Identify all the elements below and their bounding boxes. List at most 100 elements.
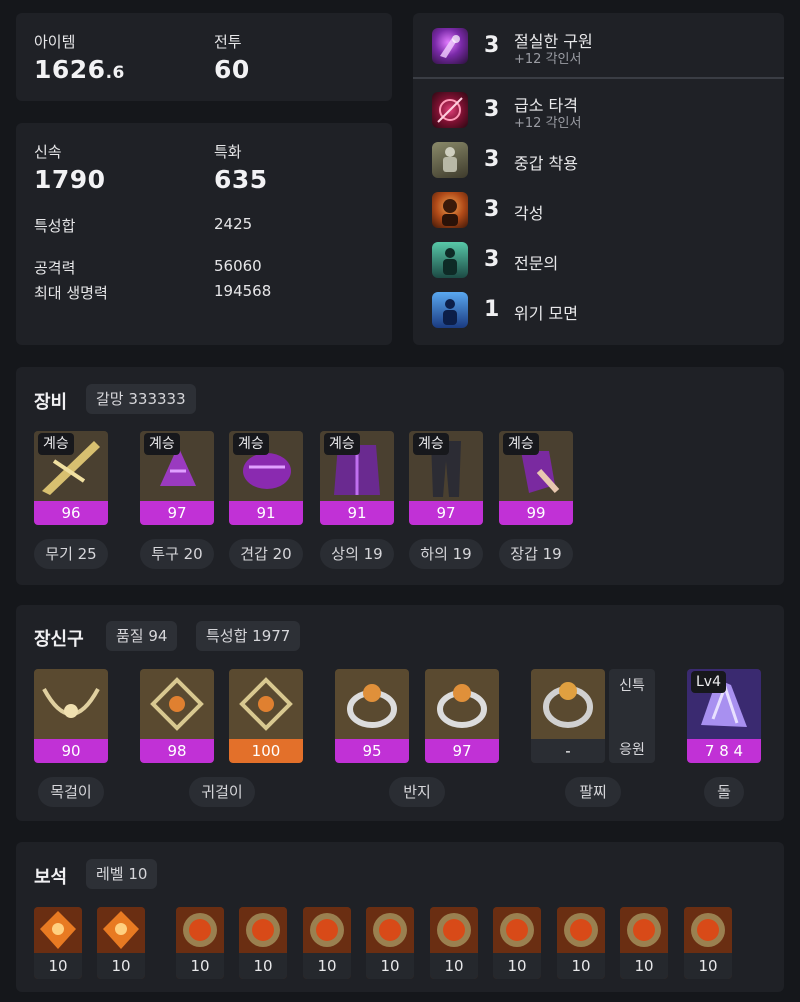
item-level-value: 1626.6 <box>34 55 125 84</box>
ring-icon <box>335 669 409 739</box>
accessory-ability-stone[interactable]: Lv4 7 8 4 <box>687 669 761 763</box>
engraving-level: 3 <box>484 197 500 222</box>
swift-value: 1790 <box>34 165 106 194</box>
stats-panel: 신속 1790 특화 635 특성합 2425 공격력 56060 최대 생명력… <box>16 123 392 345</box>
equipment-pants[interactable]: 계승 97 <box>409 431 483 525</box>
gem-slot[interactable]: 10 <box>684 907 732 979</box>
engraving-row[interactable]: 3 중갑 착용 <box>432 142 772 182</box>
engraving-level: 3 <box>484 33 500 58</box>
equipment-weapon[interactable]: 계승 96 <box>34 431 108 525</box>
gem-level: 10 <box>366 953 414 979</box>
equipment-helmet[interactable]: 계승 97 <box>140 431 214 525</box>
quality-value: 96 <box>34 501 108 525</box>
gem-icon <box>620 907 668 953</box>
engraving-level: 3 <box>484 97 500 122</box>
gem-slot[interactable]: 10 <box>430 907 478 979</box>
gem-icon <box>684 907 732 953</box>
gem-slot[interactable]: 10 <box>34 907 82 979</box>
summary-panel: 아이템 1626.6 전투 60 <box>16 13 392 101</box>
gem-slot[interactable]: 10 <box>303 907 351 979</box>
equipment-shoulder[interactable]: 계승 91 <box>229 431 303 525</box>
equipment-label-chest: 상의 19 <box>320 539 394 569</box>
accessory-necklace[interactable]: 90 <box>34 669 108 763</box>
accessory-earring-2[interactable]: 100 <box>229 669 303 763</box>
attack-label: 공격력 <box>34 259 76 277</box>
gem-title: 보석 <box>34 867 68 888</box>
equipment-set-chip: 갈망 333333 <box>86 384 196 414</box>
item-level-main: 1626 <box>34 55 106 84</box>
quality-value: 100 <box>229 739 303 763</box>
accessory-earring-1[interactable]: 98 <box>140 669 214 763</box>
attack-value: 56060 <box>214 257 262 275</box>
equipment-label-shoulder: 견갑 20 <box>229 539 303 569</box>
engraving-row[interactable]: 3 각성 <box>432 192 772 232</box>
engraving-row[interactable]: 3 급소 타격 +12 각인서 <box>432 92 772 132</box>
item-level-label: 아이템 <box>34 33 76 51</box>
accessory-trait-chip: 특성합 1977 <box>196 621 301 651</box>
gem-slot[interactable]: 10 <box>366 907 414 979</box>
gem-icon <box>176 907 224 953</box>
bracelet-effect: 응원 <box>619 742 645 758</box>
ring-icon <box>425 669 499 739</box>
stone-engraving-values: 7 8 4 <box>687 739 761 763</box>
gem-level: 10 <box>684 953 732 979</box>
gem-slot[interactable]: 10 <box>97 907 145 979</box>
quality-value: 91 <box>229 501 303 525</box>
engraving-level: 3 <box>484 247 500 272</box>
quality-value: 95 <box>335 739 409 763</box>
accessory-label-earring: 귀걸이 <box>189 777 255 807</box>
gem-icon <box>34 907 82 953</box>
engraving-level: 1 <box>484 297 500 322</box>
accessory-label-stone: 돌 <box>704 777 744 807</box>
spec-label: 특화 <box>214 143 242 161</box>
earring-icon <box>229 669 303 739</box>
engraving-specialist-icon <box>432 242 468 278</box>
engraving-row[interactable]: 1 위기 모면 <box>432 292 772 332</box>
accessory-label-necklace: 목걸이 <box>38 777 104 807</box>
bracelet-icon <box>531 669 605 739</box>
accessory-ring-2[interactable]: 97 <box>425 669 499 763</box>
gem-slot[interactable]: 10 <box>239 907 287 979</box>
equipment-gloves[interactable]: 계승 99 <box>499 431 573 525</box>
gem-slot[interactable]: 10 <box>176 907 224 979</box>
quality-value: 91 <box>320 501 394 525</box>
hp-value: 194568 <box>214 282 272 300</box>
inherit-badge: 계승 <box>503 433 539 455</box>
quality-value: 97 <box>409 501 483 525</box>
trait-sum-label: 특성합 <box>34 217 76 235</box>
gem-icon <box>97 907 145 953</box>
quality-value: 98 <box>140 739 214 763</box>
spec-value: 635 <box>214 165 268 194</box>
quality-value: 90 <box>34 739 108 763</box>
engraving-awakening-icon <box>432 192 468 228</box>
gem-level: 10 <box>430 953 478 979</box>
engraving-row[interactable]: 3 절실한 구원 +12 각인서 <box>432 28 772 68</box>
gem-level: 10 <box>620 953 668 979</box>
gem-slot[interactable]: 10 <box>620 907 668 979</box>
quality-value: - <box>531 739 605 763</box>
engraving-level: 3 <box>484 147 500 172</box>
engraving-heavy-armor-icon <box>432 142 468 178</box>
engraving-vital-strike-icon <box>432 92 468 128</box>
gem-slot[interactable]: 10 <box>493 907 541 979</box>
engraving-row[interactable]: 3 전문의 <box>432 242 772 282</box>
gem-level: 10 <box>239 953 287 979</box>
combat-level-label: 전투 <box>214 33 242 51</box>
equipment-label-gloves: 장갑 19 <box>499 539 573 569</box>
accessory-bracelet[interactable]: - <box>531 669 605 763</box>
hp-label: 최대 생명력 <box>34 284 108 302</box>
gem-icon <box>430 907 478 953</box>
stone-level-badge: Lv4 <box>691 671 726 693</box>
equipment-label-weapon: 무기 25 <box>34 539 108 569</box>
accessory-label-bracelet: 팔찌 <box>565 777 621 807</box>
gem-icon <box>366 907 414 953</box>
gem-slot[interactable]: 10 <box>557 907 605 979</box>
gem-icon <box>493 907 541 953</box>
equipment-label-pants: 하의 19 <box>409 539 483 569</box>
inherit-badge: 계승 <box>144 433 180 455</box>
inherit-badge: 계승 <box>324 433 360 455</box>
gem-level: 10 <box>303 953 351 979</box>
equipment-chest[interactable]: 계승 91 <box>320 431 394 525</box>
gem-level: 10 <box>34 953 82 979</box>
accessory-ring-1[interactable]: 95 <box>335 669 409 763</box>
